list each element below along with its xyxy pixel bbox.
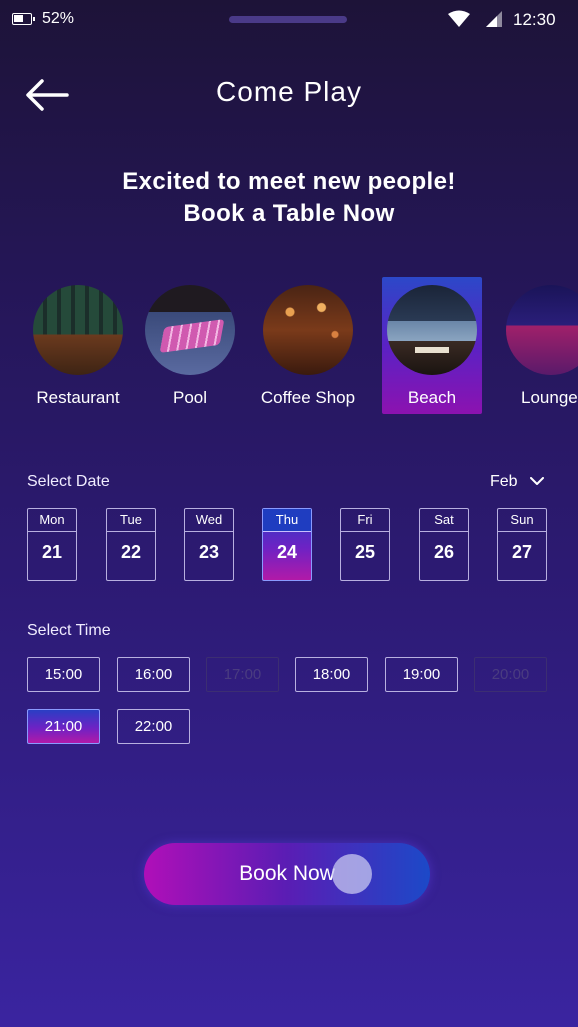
time-slot-1700: 17:00: [206, 657, 279, 692]
book-now-button[interactable]: Book Now: [144, 843, 430, 905]
time-slot-1900[interactable]: 19:00: [385, 657, 458, 692]
date-fri-25[interactable]: Fri 25: [340, 508, 390, 581]
chevron-down-icon: [530, 477, 545, 486]
battery-level: 52%: [42, 10, 75, 27]
time-slot-1800[interactable]: 18:00: [295, 657, 368, 692]
headline: Excited to meet new people! Book a Table…: [0, 166, 578, 230]
beach-photo: [387, 285, 477, 375]
select-time-label: Select Time: [27, 622, 111, 639]
clock: 12:30: [513, 10, 556, 29]
select-date-label: Select Date: [27, 473, 110, 490]
venue-label: Restaurant: [36, 388, 120, 407]
date-day: 21: [41, 542, 63, 562]
date-day: 22: [120, 542, 142, 562]
time-slot-2000: 20:00: [474, 657, 547, 692]
date-day: 26: [433, 542, 455, 562]
wifi-icon: [448, 10, 470, 27]
status-handle: [229, 16, 347, 23]
date-tue-22[interactable]: Tue 22: [106, 508, 156, 581]
coffee-shop-photo: [263, 285, 353, 375]
time-slot-1600[interactable]: 16:00: [117, 657, 190, 692]
pool-photo: [145, 285, 235, 375]
date-weekday: Fri: [341, 509, 389, 532]
date-day: 23: [198, 542, 220, 562]
date-day: 27: [511, 542, 533, 562]
month-value: Feb: [490, 473, 518, 490]
restaurant-photo: [33, 285, 123, 375]
date-weekday: Sun: [498, 509, 546, 532]
date-weekday: Thu: [263, 509, 311, 532]
date-weekday: Tue: [107, 509, 155, 532]
page-title: Come Play: [216, 76, 362, 107]
lounge-photo: [506, 285, 578, 375]
date-weekday: Mon: [28, 509, 76, 532]
month-dropdown[interactable]: Feb: [490, 473, 545, 491]
venue-coffee-shop[interactable]: Coffee Shop: [258, 277, 358, 414]
date-thu-24[interactable]: Thu 24: [262, 508, 312, 581]
date-sat-26[interactable]: Sat 26: [419, 508, 469, 581]
venue-pool[interactable]: Pool: [140, 277, 240, 414]
venue-beach[interactable]: Beach: [382, 277, 482, 414]
headline-line-1: Excited to meet new people!: [122, 168, 456, 195]
time-slot-2100[interactable]: 21:00: [27, 709, 100, 744]
headline-line-2: Book a Table Now: [183, 200, 395, 227]
date-sun-27[interactable]: Sun 27: [497, 508, 547, 581]
venue-label: Pool: [172, 388, 208, 407]
book-now-label: Book Now: [239, 862, 335, 885]
time-slot-2200[interactable]: 22:00: [117, 709, 190, 744]
date-day: 24: [276, 542, 298, 562]
cell-signal-icon: [486, 11, 502, 27]
venue-label: Beach: [407, 388, 457, 407]
date-weekday: Sat: [420, 509, 468, 532]
time-slot-1500[interactable]: 15:00: [27, 657, 100, 692]
battery-icon: [12, 13, 35, 25]
date-wed-23[interactable]: Wed 23: [184, 508, 234, 581]
venue-label: Lounge: [521, 388, 578, 407]
date-mon-21[interactable]: Mon 21: [27, 508, 77, 581]
venue-label: Coffee Shop: [260, 388, 356, 407]
venue-lounge[interactable]: Lounge: [500, 277, 578, 414]
date-day: 25: [354, 542, 376, 562]
touch-indicator: [332, 854, 372, 894]
date-weekday: Wed: [185, 509, 233, 532]
status-bar: 52% 12:30: [0, 0, 578, 40]
venue-restaurant[interactable]: Restaurant: [28, 277, 128, 414]
